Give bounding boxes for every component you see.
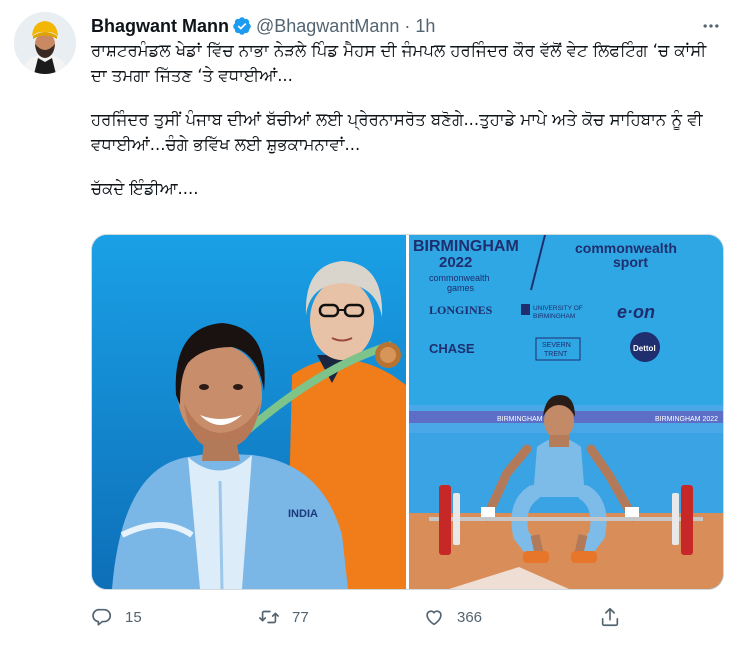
tweet[interactable]: Bhagwant Mann @BhagwantMann · 1h ਰਾਸ਼ਟਰਮ…: [0, 0, 741, 652]
like-count: 366: [457, 608, 483, 626]
svg-text:TRENT: TRENT: [544, 351, 568, 358]
svg-text:LONGINES: LONGINES: [429, 303, 493, 317]
more-icon[interactable]: [697, 14, 725, 38]
tweet-text: ਰਾਸ਼ਟਰਮੰਡਲ ਖੇਡਾਂ ਵਿੱਚ ਨਾਭਾ ਨੇੜਲੇ ਪਿੰਡ ਮੈ…: [91, 38, 727, 201]
reply-button[interactable]: 15: [91, 600, 142, 634]
share-icon: [601, 607, 619, 627]
svg-text:BIRMINGHAM: BIRMINGHAM: [413, 238, 519, 255]
svg-text:commonwealth: commonwealth: [429, 273, 490, 283]
jersey-label: INDIA: [288, 508, 318, 520]
media-photo-weightlifting[interactable]: BIRMINGHAM 2022 commonwealth games commo…: [409, 235, 723, 589]
tweet-actions: 15 77 366: [91, 600, 651, 634]
tweet-header: Bhagwant Mann @BhagwantMann · 1h: [91, 14, 725, 38]
tweet-paragraph-1: ਰਾਸ਼ਟਰਮੰਡਲ ਖੇਡਾਂ ਵਿੱਚ ਨਾਭਾ ਨੇੜਲੇ ਪਿੰਡ ਮੈ…: [91, 41, 707, 85]
like-icon: [426, 610, 442, 626]
svg-text:SEVERN: SEVERN: [542, 342, 571, 349]
like-button[interactable]: 366: [423, 600, 482, 634]
svg-text:games: games: [447, 283, 475, 293]
share-button[interactable]: [599, 600, 633, 634]
verified-badge-icon: [233, 17, 251, 35]
avatar[interactable]: [14, 12, 76, 74]
svg-text:Dettol: Dettol: [633, 344, 656, 353]
author-name[interactable]: Bhagwant Mann: [91, 16, 229, 37]
media-photo-athlete-medal[interactable]: INDIA: [92, 235, 406, 589]
tweet-paragraph-2: ਹਰਜਿੰਦਰ ਤੁਸੀਂ ਪੰਜਾਬ ਦੀਆਂ ਬੱਚੀਆਂ ਲਈ ਪ੍ਰੇਰ…: [91, 110, 703, 154]
retweet-count: 77: [292, 608, 309, 626]
svg-text:2022: 2022: [439, 254, 472, 271]
svg-text:UNIVERSITY OF: UNIVERSITY OF: [533, 305, 583, 312]
svg-text:BIRMINGHAM: BIRMINGHAM: [533, 313, 575, 320]
reply-count: 15: [125, 608, 142, 626]
svg-text:sport: sport: [613, 254, 648, 270]
author-handle[interactable]: @BhagwantMann: [256, 16, 399, 37]
tweet-media: INDIA BIRMINGHAM 2022 commonwealth games…: [91, 234, 724, 590]
reply-icon: [92, 608, 112, 626]
retweet-button[interactable]: 77: [258, 600, 309, 634]
svg-text:BIRMINGHAM 2022: BIRMINGHAM 2022: [655, 416, 718, 423]
retweet-icon: [259, 610, 279, 624]
separator-dot: ·: [404, 15, 411, 36]
tweet-time[interactable]: 1h: [415, 16, 435, 37]
tweet-paragraph-3: ਚੱਕਦੇ ਇੰਡੀਆ....: [91, 179, 199, 198]
svg-text:e·on: e·on: [617, 302, 655, 322]
svg-text:CHASE: CHASE: [429, 341, 475, 356]
